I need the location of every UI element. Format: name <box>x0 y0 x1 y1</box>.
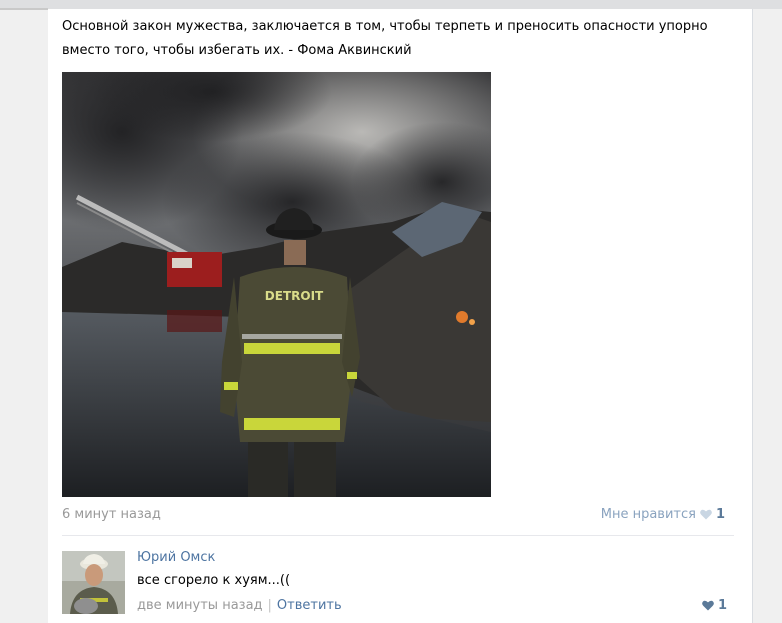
comment-like-count: 1 <box>717 598 727 613</box>
post-like-button[interactable]: Мне нравится 1 <box>601 507 725 522</box>
like-label: Мне нравится <box>600 507 696 522</box>
post-time[interactable]: 6 минут назад <box>62 507 161 522</box>
heart-icon <box>702 600 714 611</box>
top-strip-edge <box>0 8 48 10</box>
post-photo[interactable]: DETROIT <box>62 72 491 497</box>
comment-time[interactable]: две минуты назад <box>137 598 263 613</box>
meta-separator: | <box>267 598 272 613</box>
comments-divider <box>62 535 734 536</box>
post-like-count: 1 <box>715 507 725 522</box>
firefighter-photo: DETROIT <box>62 72 491 497</box>
post-text: Основной закон мужества, заключается в т… <box>62 19 708 58</box>
comment-author-link[interactable]: Юрий Омск <box>137 550 215 565</box>
heart-icon <box>700 509 712 520</box>
comment-text: все сгорело к хуям...(( <box>137 573 291 588</box>
post-card-border <box>752 9 753 623</box>
reply-link[interactable]: Ответить <box>277 598 342 613</box>
comment-meta: две минуты назад | Ответить <box>137 598 342 613</box>
photo-caption: DETROIT <box>265 289 324 303</box>
browser-top-strip <box>0 0 782 9</box>
comment-like-button[interactable]: 1 <box>702 598 727 613</box>
comment-avatar[interactable] <box>62 551 125 614</box>
